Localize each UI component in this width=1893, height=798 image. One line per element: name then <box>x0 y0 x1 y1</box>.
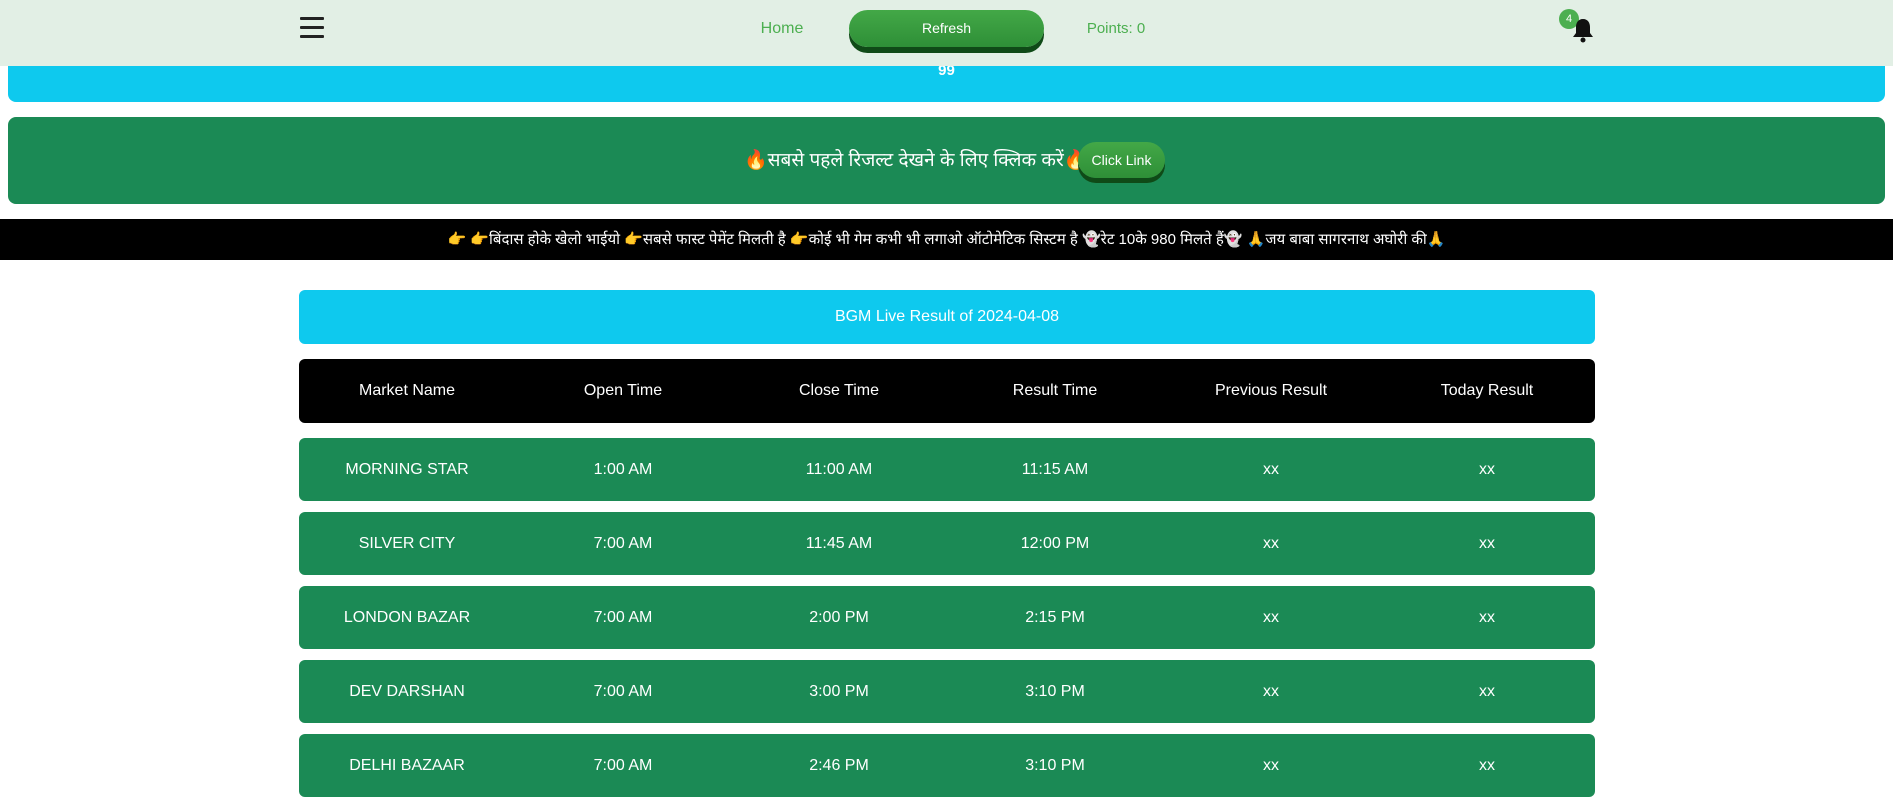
market-name-cell: SILVER CITY <box>358 535 456 552</box>
today-result-cell: xx <box>1479 683 1495 700</box>
market-name-cell: DELHI BAZAAR <box>349 757 465 774</box>
result-time-cell: 12:00 PM <box>1020 535 1090 552</box>
today-result-cell: xx <box>1479 535 1495 552</box>
close-time-cell: 11:00 AM <box>805 461 873 478</box>
result-time-cell: 3:10 PM <box>1025 683 1085 700</box>
previous-result-cell: xx <box>1263 609 1279 626</box>
table-row: MORNING STAR 1:00 AM 11:00 AM 11:15 AM x… <box>299 438 1595 501</box>
table-row: LONDON BAZAR 7:00 AM 2:00 PM 2:15 PM xx … <box>299 586 1595 649</box>
points-display: Points: 0 <box>1086 20 1146 37</box>
column-header: Result Time <box>1012 382 1098 399</box>
click-link-button[interactable]: Click Link <box>1078 142 1165 178</box>
column-header: Today Result <box>1440 382 1534 399</box>
previous-result-cell: xx <box>1263 757 1279 774</box>
refresh-button[interactable]: Refresh <box>849 10 1044 47</box>
top-navbar: Home Refresh Points: 0 4 <box>0 0 1893 66</box>
today-result-cell: xx <box>1479 461 1495 478</box>
close-time-cell: 2:00 PM <box>809 609 869 626</box>
result-time-cell: 3:10 PM <box>1025 757 1085 774</box>
result-time-cell: 2:15 PM <box>1025 609 1085 626</box>
close-time-cell: 2:46 PM <box>809 757 869 774</box>
column-header: Open Time <box>583 382 663 399</box>
menu-icon[interactable] <box>300 17 324 39</box>
table-header: Market Name Open Time Close Time Result … <box>299 359 1595 423</box>
results-title: BGM Live Result of 2024-04-08 <box>299 290 1595 344</box>
result-time-cell: 11:15 AM <box>1021 461 1089 478</box>
open-time-cell: 7:00 AM <box>593 757 653 774</box>
previous-result-cell: xx <box>1263 535 1279 552</box>
promo-text: 🔥सबसे पहले रिजल्ट देखने के लिए क्लिक करे… <box>744 150 1088 171</box>
promo-banner: 🔥सबसे पहले रिजल्ट देखने के लिए क्लिक करे… <box>8 117 1885 204</box>
market-name-cell: DEV DARSHAN <box>349 683 465 700</box>
today-result-cell: xx <box>1479 609 1495 626</box>
table-row: DEV DARSHAN 7:00 AM 3:00 PM 3:10 PM xx x… <box>299 660 1595 723</box>
market-name-cell: LONDON BAZAR <box>343 609 471 626</box>
close-time-cell: 3:00 PM <box>809 683 869 700</box>
table-row: SILVER CITY 7:00 AM 11:45 AM 12:00 PM xx… <box>299 512 1595 575</box>
nav-home-link[interactable]: Home <box>740 0 824 58</box>
marquee-ticker: 👉 👉बिंदास होके खेलो भाईयो 👉सबसे फास्ट पे… <box>0 219 1893 260</box>
previous-result-cell: xx <box>1263 461 1279 478</box>
column-header: Previous Result <box>1214 382 1328 399</box>
market-name-cell: MORNING STAR <box>345 461 469 478</box>
table-row: DELHI BAZAAR 7:00 AM 2:46 PM 3:10 PM xx … <box>299 734 1595 797</box>
open-time-cell: 7:00 AM <box>593 609 653 626</box>
close-time-cell: 11:45 AM <box>805 535 873 552</box>
open-time-cell: 1:00 AM <box>593 461 653 478</box>
open-time-cell: 7:00 AM <box>593 535 653 552</box>
column-header: Market Name <box>358 382 456 399</box>
open-time-cell: 7:00 AM <box>593 683 653 700</box>
today-result-cell: xx <box>1479 757 1495 774</box>
column-header: Close Time <box>798 382 880 399</box>
bell-icon[interactable] <box>1571 17 1595 43</box>
previous-result-cell: xx <box>1263 683 1279 700</box>
